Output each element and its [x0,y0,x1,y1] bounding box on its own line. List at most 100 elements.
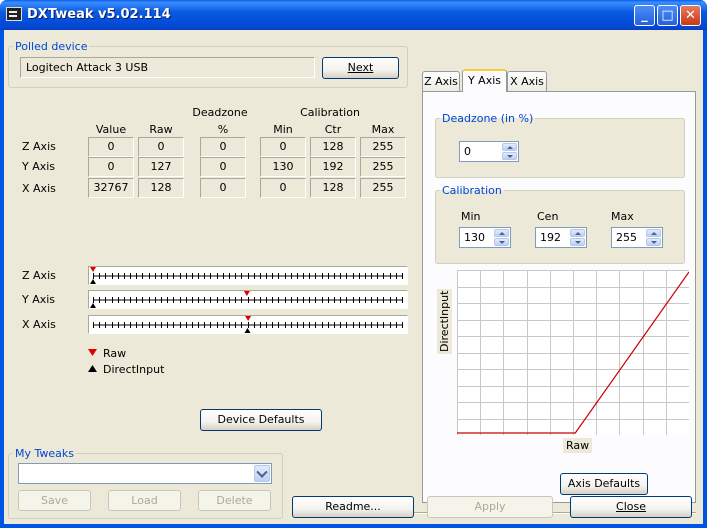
polled-device-legend: Polled device [15,40,88,53]
y-axis-label: Y Axis [22,160,56,173]
z-slider-label: Z Axis [22,269,56,282]
title-bar[interactable]: DXTweak v5.02.114 _ □ ✕ [0,0,707,30]
response-graph [457,270,689,435]
x-min: 0 [260,178,306,198]
max-header: Max [371,123,395,136]
spin-up-icon[interactable] [570,229,585,237]
directinput-marker [90,303,96,308]
close-button[interactable]: Close [570,496,692,518]
y-max: 255 [360,157,406,177]
maximize-icon: □ [661,8,674,23]
chevron-down-icon[interactable] [254,465,270,482]
device-defaults-button[interactable]: Device Defaults [200,409,322,431]
maximize-button[interactable]: □ [657,5,678,26]
window-title: DXTweak v5.02.114 [27,7,171,22]
axis-defaults-button[interactable]: Axis Defaults [560,473,648,495]
spin-up-icon[interactable] [646,229,661,237]
minimize-icon: _ [641,8,648,23]
y-deadzone: 0 [200,157,246,177]
raw-marker-icon [88,349,97,356]
y-ctr: 192 [310,157,356,177]
cal-cen-spinner[interactable]: 192 [535,227,587,248]
raw-marker [90,267,96,272]
spin-down-icon[interactable] [570,238,585,246]
load-tweak-button[interactable]: Load [108,490,181,511]
app-icon [6,7,22,21]
legend-raw-label: Raw [103,347,127,360]
deadzone-pct-header: % [217,123,229,136]
calibration-header: Calibration [300,106,360,119]
raw-marker [243,291,250,296]
tab-z-axis[interactable]: Z Axis [422,71,460,91]
z-axis-label: Z Axis [22,140,56,153]
deadzone-spinner[interactable]: 0 [459,141,519,162]
save-tweak-button[interactable]: Save [18,490,91,511]
spin-up-icon[interactable] [494,229,509,237]
close-icon: ✕ [685,8,696,23]
cal-min-label: Min [461,210,481,223]
z-ctr: 128 [310,137,356,157]
y-value: 0 [88,157,134,177]
ctr-header: Ctr [324,123,342,136]
directinput-marker [90,279,96,284]
apply-button[interactable]: Apply [427,496,553,518]
deadzone-header: Deadzone [192,106,248,119]
raw-header: Raw [149,123,173,136]
z-min: 0 [260,137,306,157]
cal-cen-label: Cen [537,210,559,223]
device-name-field: Logitech Attack 3 USB [20,57,315,78]
value-header: Value [95,123,127,136]
x-axis-label: X Axis [22,182,56,195]
y-slider-label: Y Axis [22,293,56,306]
close-button-label: Close [616,500,646,513]
min-header: Min [273,123,293,136]
dxtweak-window: DXTweak v5.02.114 _ □ ✕ Polled device Lo… [0,0,707,528]
graph-xlabel: Raw [563,438,593,453]
spin-down-icon[interactable] [646,238,661,246]
readme-button[interactable]: Readme... [292,496,414,518]
z-value: 0 [88,137,134,157]
close-window-button[interactable]: ✕ [680,5,701,26]
x-deadzone: 0 [200,178,246,198]
deadzone-value: 0 [464,145,471,158]
z-raw: 0 [138,137,184,157]
y-raw: 127 [138,157,184,177]
calibration-group: Calibration [435,184,685,264]
directinput-marker-icon [88,365,97,372]
my-tweaks-legend: My Tweaks [15,447,75,460]
tab-y-axis[interactable]: Y Axis [462,69,507,92]
cal-min-value: 130 [464,231,485,244]
x-raw: 128 [138,178,184,198]
x-axis-meter [88,315,408,334]
tab-x-axis[interactable]: X Axis [507,71,547,91]
cal-max-label: Max [611,210,634,223]
y-axis-meter [88,290,408,309]
x-ctr: 128 [310,178,356,198]
spin-down-icon[interactable] [494,238,509,246]
directinput-marker [244,328,251,333]
y-axis-tab-panel: Deadzone (in %) 0 Calibration Min Cen Ma… [422,91,696,503]
z-max: 255 [360,137,406,157]
delete-tweak-button[interactable]: Delete [198,490,271,511]
z-deadzone: 0 [200,137,246,157]
raw-marker [245,316,252,321]
client-area: Polled device Logitech Attack 3 USB Next… [4,30,703,524]
x-max: 255 [360,178,406,198]
next-button[interactable]: Next [322,57,399,79]
cal-min-spinner[interactable]: 130 [459,227,511,248]
legend-directinput-label: DirectInput [103,363,165,376]
x-value: 32767 [88,178,134,198]
tweaks-dropdown[interactable] [18,463,272,484]
cal-cen-value: 192 [540,231,561,244]
y-min: 130 [260,157,306,177]
calibration-legend: Calibration [442,184,502,197]
cal-max-value: 255 [616,231,637,244]
graph-ylabel: DirectInput [437,288,452,354]
deadzone-legend: Deadzone (in %) [442,112,534,125]
spin-down-icon[interactable] [502,152,517,160]
spin-up-icon[interactable] [502,143,517,151]
next-button-label: Next [347,61,374,74]
z-axis-meter [88,266,408,285]
minimize-button[interactable]: _ [634,5,655,26]
cal-max-spinner[interactable]: 255 [611,227,663,248]
